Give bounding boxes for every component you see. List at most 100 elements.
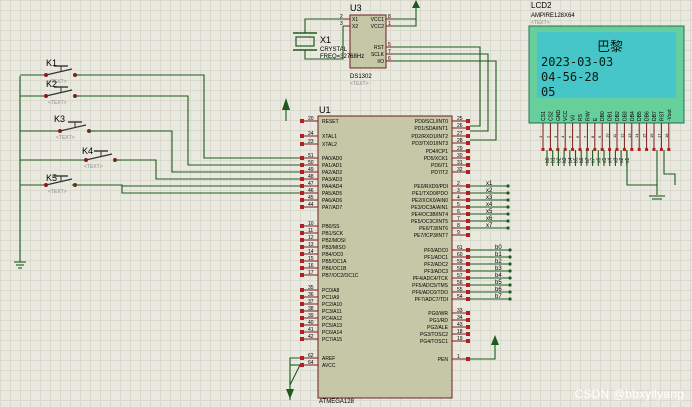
schematic-canvas: U1 ATMEGA128 20 RESET 24 XTAL1 23 XTAL2 51 PA0/… (0, 0, 692, 407)
lcd-module[interactable]: LCD2 AMPIRE128X64 <TEXT> 巴黎 2023-03-03 0… (528, 1, 685, 166)
key-terminal (84, 158, 88, 162)
u1-pin-name: PG2/ALE (427, 325, 449, 331)
key-text: <TEXT> (84, 164, 103, 170)
u1-pin-name: PD2/RXD1/INT2 (411, 134, 448, 140)
u1-chip[interactable]: U1 ATMEGA128 20 RESET24 XTAL123 XTAL251 PA0/… (300, 105, 470, 405)
u1-pin-marker (466, 205, 470, 209)
u1-pin-name: PA4/AD4 (322, 184, 342, 190)
lcd-line-4: 05 (541, 85, 555, 99)
u1-pin-number: 30 (457, 153, 463, 159)
u1-pin-name: PG1/RD (429, 318, 448, 324)
u1-pin-marker (466, 357, 470, 361)
u1-pin-marker (300, 163, 304, 167)
u3-text: <TEXT> (350, 81, 369, 87)
pe-net-label: x6 (486, 216, 493, 222)
net-junction (506, 219, 510, 223)
lcd-v-wire (663, 150, 676, 185)
lcd-pin-number: 1 (538, 135, 543, 138)
u1-pin-marker (300, 142, 304, 146)
u1-pin-number: 13 (308, 242, 314, 248)
u1-pin-number: 16 (308, 263, 314, 269)
u1-pin-marker (300, 337, 304, 341)
u1-pin-number: 42 (308, 334, 314, 340)
u1-pin-marker (300, 323, 304, 327)
u1-pin-marker (466, 332, 470, 336)
u1-pin-name: PA0/AD0 (322, 156, 342, 162)
u1-pin-name: PF4/ADC4/TCK (413, 276, 449, 282)
u1-pin-marker (300, 259, 304, 263)
u1-pin-number: 36 (308, 292, 314, 298)
lcd-pin-name: RS (578, 113, 584, 121)
net-junction (508, 297, 512, 301)
lcd-pin-name: DB0 (600, 111, 606, 121)
lcd-line-2: 2023-03-03 (541, 55, 613, 69)
u1-pin-name: PD3/TXD1/INT3 (412, 141, 448, 147)
key-text: <TEXT> (48, 189, 67, 195)
u1-pin-name: PD4/ICP1 (426, 149, 448, 155)
u3-part: DS1302 (350, 74, 372, 80)
u1-pin-marker (466, 269, 470, 273)
lcd-pin-name: CS1 (541, 111, 547, 121)
u1-pin-number: 35 (308, 285, 314, 291)
u1-pin-number: 7 (457, 216, 460, 222)
u1-pin-marker (466, 255, 470, 259)
u1-pin-name: PEN (438, 357, 449, 363)
lcd-pin-number: 2 (545, 135, 550, 138)
u1-pin-name: PF6/ADC6/TDO (412, 290, 448, 296)
u1-pin-name: PD5/XCK1 (424, 156, 448, 162)
lcd-pin-name: DB1 (608, 111, 614, 121)
u1-pin-marker (466, 163, 470, 167)
lcd-text: <TEXT> (531, 20, 550, 26)
u1-pin-name: PF1/ADC1 (424, 255, 448, 261)
u1-pin-marker (300, 156, 304, 160)
u1-pin-marker (466, 134, 470, 138)
pe-net-label: x2 (486, 188, 493, 194)
u1-pin-number: 2 (457, 181, 460, 187)
u1-pin-number: 44 (308, 202, 314, 208)
u1-pin-name: PF2/ADC2 (424, 262, 448, 268)
u1-pin-name: PE4/OC3B/INT4 (411, 212, 448, 218)
lcd-pin-marker (600, 148, 604, 151)
u1-pin-name: PA2/AD2 (322, 170, 342, 176)
u3-pin-name: X2 (352, 24, 358, 30)
u3-chip[interactable]: U3 DS1302 <TEXT> 2 X13 X28VCC11VCC25RST7SC… (340, 3, 393, 87)
u1-pin-name: PE3/OC3A/AIN1 (411, 205, 448, 211)
u1-pin-marker (300, 245, 304, 249)
pe-net-label: x1 (486, 181, 493, 187)
key-text: <TEXT> (48, 100, 67, 106)
lcd-pin-number: 4 (560, 135, 565, 138)
u1-pin-name: PB2/MOSI (322, 238, 346, 244)
key-switches[interactable]: K1<TEXT>K2<TEXT>K3<TEXT>K4<TEXT>K5<TEXT> (20, 58, 121, 195)
u3-pin-name: RST (374, 45, 384, 51)
u1-pin-name: PF3/ADC3 (424, 269, 448, 275)
u3-pin-name: I/O (377, 59, 384, 65)
u1-pin-marker (300, 316, 304, 320)
u1-pin-number: 10 (308, 221, 314, 227)
key-terminal (44, 183, 48, 187)
u1-pin-marker (466, 226, 470, 230)
u1-pin-marker (300, 224, 304, 228)
u1-pin-number: 61 (457, 245, 463, 251)
u1-pin-number: 58 (457, 266, 463, 272)
u1-pin-name: PG0/WR (428, 311, 448, 317)
u1-pin-number: 27 (457, 131, 463, 137)
lcd-part: AMPIRE128X64 (531, 13, 575, 19)
u1-pin-marker (300, 238, 304, 242)
u1-pin-number: 49 (308, 167, 314, 173)
u1-pin-marker (300, 191, 304, 195)
u1-pin-name: PC1/A9 (322, 295, 339, 301)
u1-pin-name: PB5/OC1A (322, 259, 347, 265)
u1-pin-marker (466, 184, 470, 188)
net-junction (508, 255, 512, 259)
net-junction (508, 276, 512, 280)
lcd-pin-name: VCC (563, 110, 569, 121)
lcd-pin-name: DB4 (630, 111, 636, 121)
u1-pin-number: 51 (308, 153, 314, 159)
gnd-arrow-u1 (286, 389, 294, 399)
u1-pin-number: 60 (457, 252, 463, 258)
u1-pin-name: PC2/A10 (322, 302, 342, 308)
lcd-pin-number: 7 (582, 135, 587, 138)
u1-pin-marker (300, 231, 304, 235)
u1-pin-number: 9 (457, 230, 460, 236)
u1-pin-name: RESET (322, 119, 339, 125)
